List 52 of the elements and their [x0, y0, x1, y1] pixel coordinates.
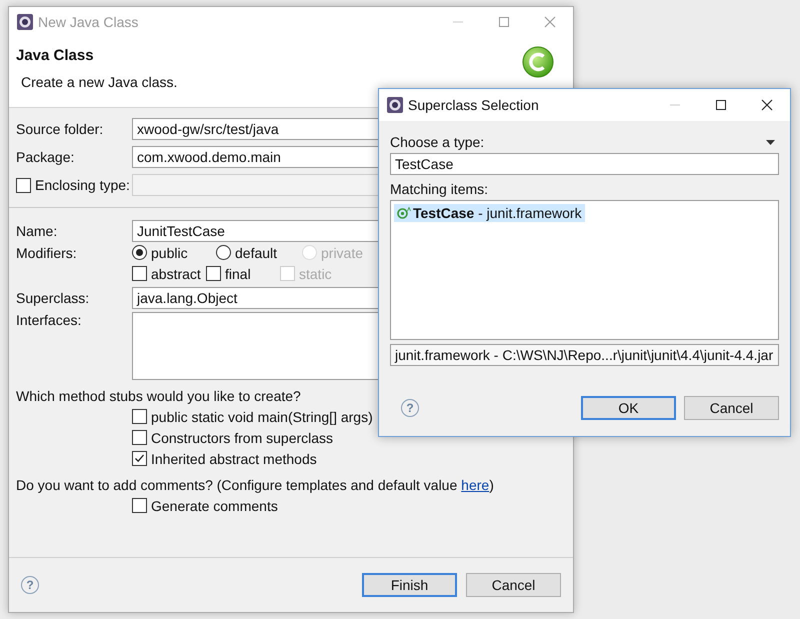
list-box[interactable]: TestCase - junit.framework: [390, 200, 779, 340]
close-icon: [544, 16, 556, 28]
checkbox-label: abstract: [151, 266, 201, 282]
radio-button[interactable]: [132, 245, 147, 260]
maximize-icon: [498, 16, 510, 28]
maximize-icon: [715, 99, 727, 111]
text-field[interactable]: TestCase: [390, 153, 779, 175]
radio-label: private: [321, 244, 364, 260]
checkbox[interactable]: [132, 498, 147, 513]
checkbox[interactable]: [16, 178, 31, 192]
question-text: Do you want to add comments? (Configure templates and default value here): [16, 476, 495, 495]
dialog-heading: Java Class: [16, 47, 95, 64]
checkbox-label: Constructors from superclass: [151, 430, 334, 446]
dialog-button[interactable]: Cancel: [684, 396, 779, 420]
dialog-button[interactable]: Cancel: [466, 573, 561, 597]
class-icon: [397, 207, 411, 219]
check-icon: [134, 453, 145, 464]
window-title: Superclass Selection: [408, 97, 539, 113]
checkbox[interactable]: [132, 409, 147, 424]
status-field[interactable]: junit.framework - C:\WS\NJ\Repo...r\junit\junit\4.4\junit-4.4.jar: [390, 344, 779, 366]
field-label: Package:: [16, 149, 74, 165]
field-label: Name:: [16, 223, 58, 239]
checkbox[interactable]: [206, 266, 221, 281]
radio-label: default: [235, 244, 278, 260]
dropdown-arrow-icon: [766, 140, 775, 144]
field-label: Interfaces:: [16, 312, 82, 328]
radio-button[interactable]: [216, 245, 231, 260]
app-icon: [387, 97, 403, 113]
window-title: New Java Class: [38, 14, 138, 30]
list-item[interactable]: TestCase - junit.framework: [394, 204, 585, 222]
field-label: Matching items:: [390, 180, 490, 199]
checkbox-label: static: [299, 266, 332, 282]
class-wizard-icon: [521, 45, 555, 79]
field-label: Superclass:: [16, 290, 90, 306]
checkbox[interactable]: [132, 266, 147, 281]
question-text: Which method stubs would you like to create?: [16, 387, 302, 406]
dialog-button[interactable]: OK: [581, 396, 676, 420]
checkbox-label: final: [225, 266, 251, 282]
field-label: Modifiers:: [16, 244, 77, 260]
checkbox-label: Inherited abstract methods: [151, 450, 317, 466]
dialog-description: Create a new Java class.: [21, 74, 178, 90]
here-link[interactable]: here: [461, 477, 490, 493]
checkbox-label: public static void main(String[] args): [151, 408, 373, 424]
field-label: Source folder:: [16, 121, 104, 137]
app-icon: [17, 14, 33, 30]
checkbox-label: Generate comments: [151, 498, 278, 514]
checkbox[interactable]: [132, 430, 147, 445]
dialog-button[interactable]: Finish: [362, 573, 457, 597]
checkbox[interactable]: [132, 451, 147, 466]
close-icon: [761, 99, 773, 111]
radio-label: public: [151, 244, 188, 260]
checkbox-label: Enclosing type:: [35, 177, 130, 193]
